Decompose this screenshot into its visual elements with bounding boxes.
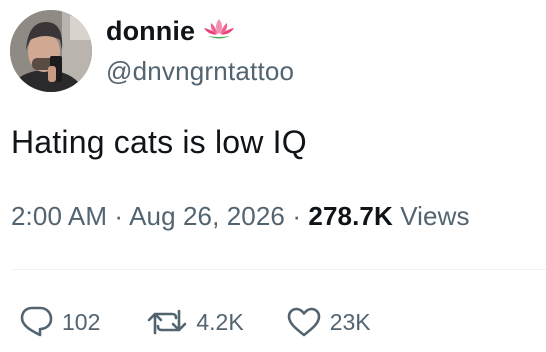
reply-button[interactable]: 102 bbox=[18, 305, 100, 339]
lotus-icon bbox=[203, 17, 235, 46]
divider bbox=[11, 269, 546, 270]
tweet-time[interactable]: 2:00 AM bbox=[11, 201, 107, 231]
action-bar: 102 4.2K 23K bbox=[18, 300, 371, 344]
reply-icon bbox=[18, 305, 54, 339]
meta-separator: · bbox=[114, 201, 124, 231]
like-count: 23K bbox=[329, 308, 371, 335]
reply-count: 102 bbox=[62, 308, 101, 335]
author-name-row: donnie bbox=[106, 14, 235, 48]
retweet-count: 4.2K bbox=[196, 308, 244, 335]
views-label: Views bbox=[400, 201, 470, 231]
author-display-name[interactable]: donnie bbox=[106, 16, 195, 47]
author-handle[interactable]: @dnvngrntattoo bbox=[106, 56, 294, 87]
avatar[interactable] bbox=[10, 10, 92, 92]
tweet-meta: 2:00 AM · Aug 26, 2026 · 278.7K Views bbox=[11, 201, 470, 232]
tweet-text: Hating cats is low IQ bbox=[11, 124, 307, 160]
meta-separator: · bbox=[292, 201, 302, 231]
retweet-button[interactable]: 4.2K bbox=[146, 305, 244, 339]
like-button[interactable]: 23K bbox=[286, 306, 371, 338]
tweet-date[interactable]: Aug 26, 2026 bbox=[129, 201, 285, 231]
retweet-icon bbox=[146, 305, 188, 339]
views-count: 278.7K bbox=[308, 201, 393, 231]
heart-icon bbox=[286, 306, 322, 338]
